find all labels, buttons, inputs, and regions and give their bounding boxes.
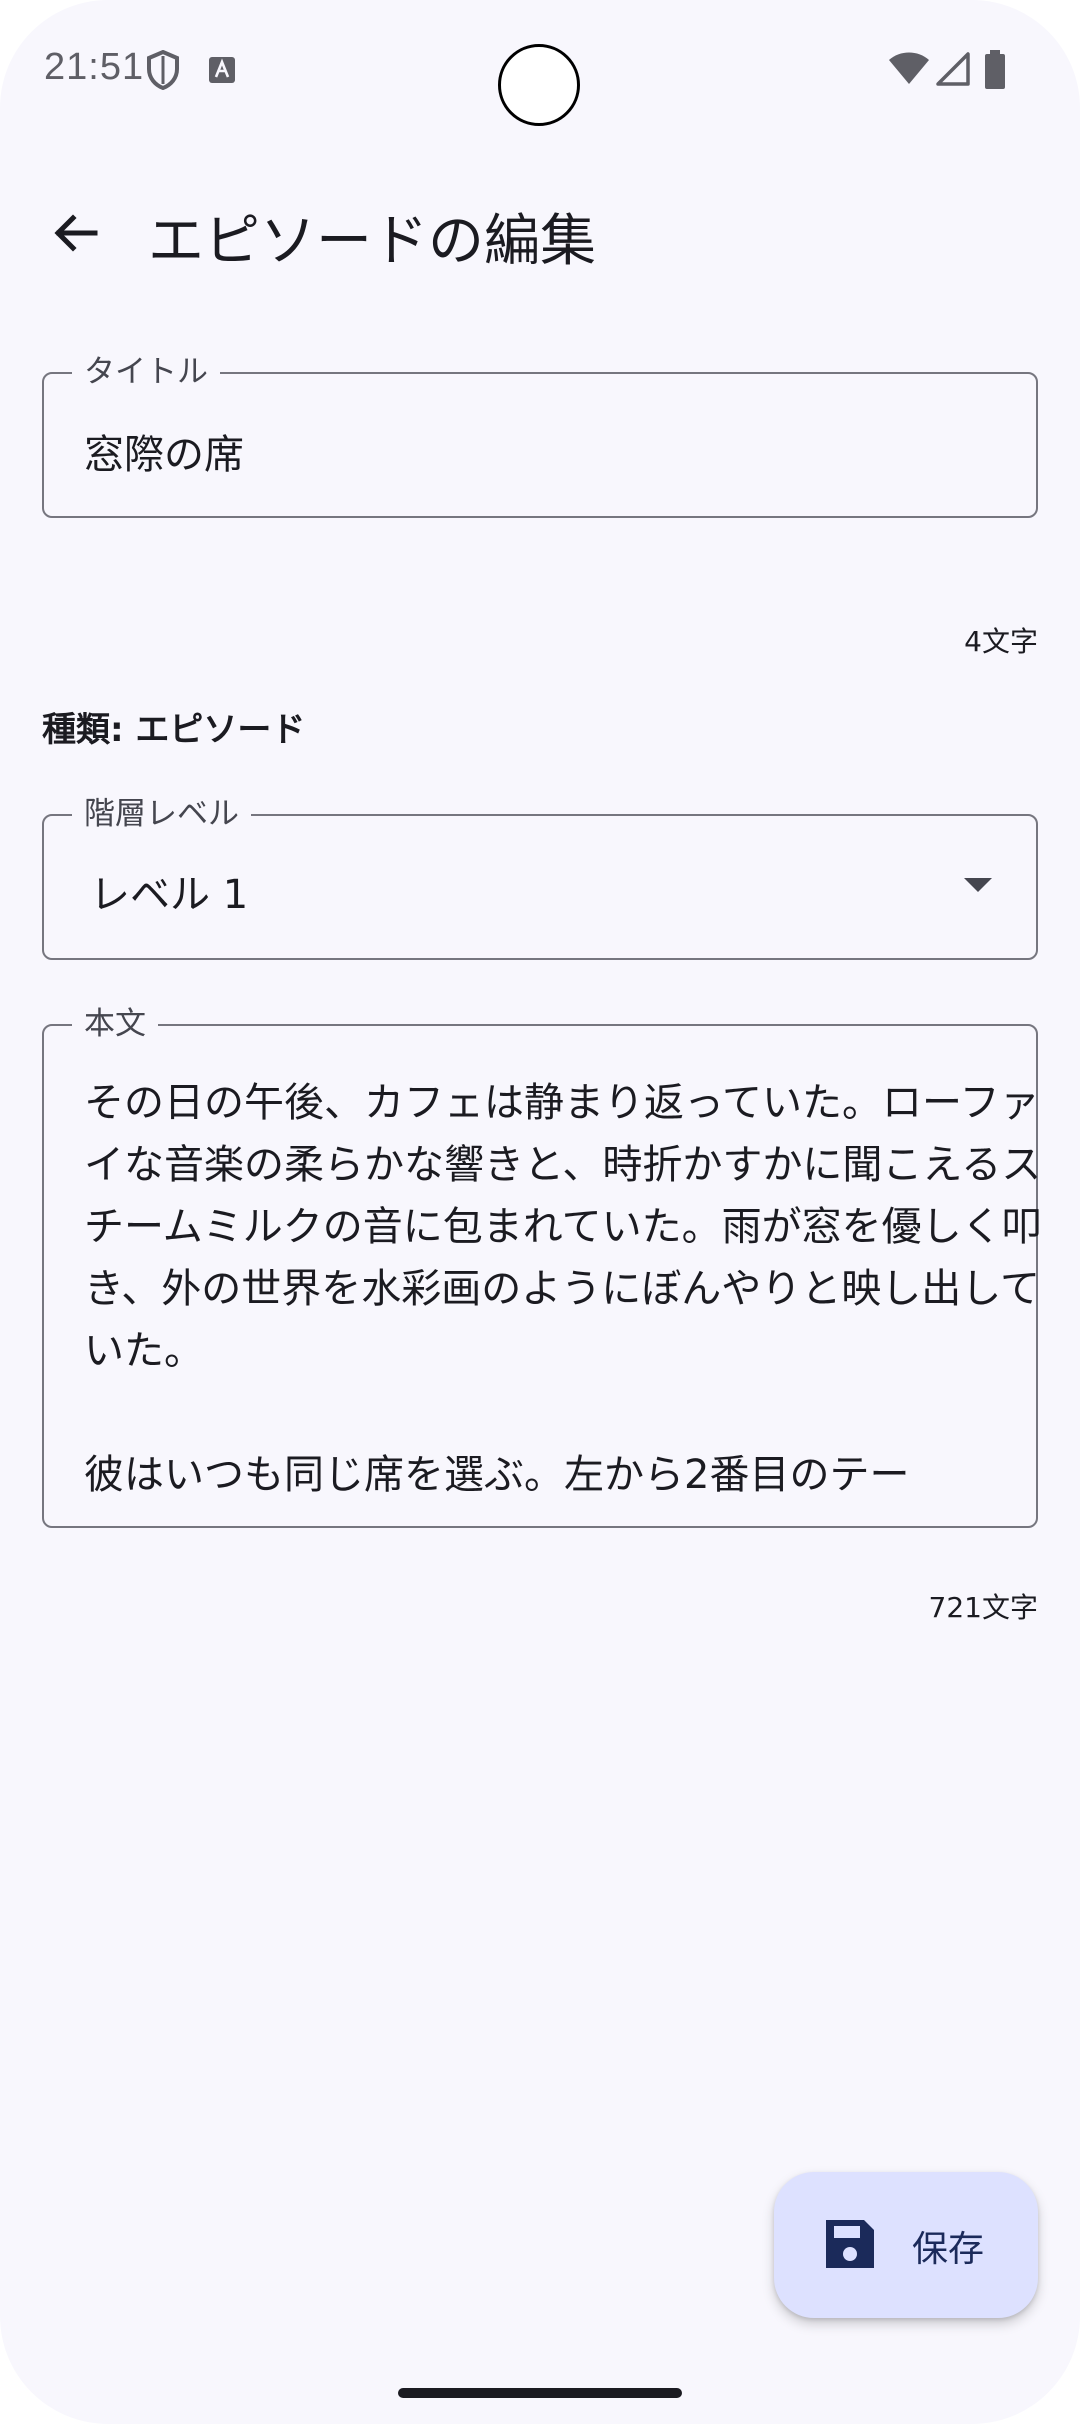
status-time: 21:51	[44, 46, 145, 88]
signal-icon	[934, 52, 970, 90]
arrow-back-icon	[54, 214, 98, 252]
body-char-counter: 721文字	[928, 1591, 1038, 1624]
title-field[interactable]: タイトル 窓際の席	[42, 352, 1038, 518]
body-text-content: その日の午後、カフェは静まり返っていた。ローファイな音楽の柔らかな響きと、時折か…	[84, 1080, 1042, 1498]
screen: 21:51 エピソードの編集 タイトル 窓際の席 4文字 種類: エピソード 階…	[0, 0, 1080, 2424]
title-field-label: タイトル	[72, 352, 220, 392]
status-bar: 21:51	[0, 0, 1080, 140]
camera-cutout	[498, 44, 580, 126]
save-button-label: 保存	[912, 2229, 985, 2270]
title-char-counter: 4文字	[964, 625, 1038, 658]
wifi-icon	[888, 50, 930, 90]
body-field-label: 本文	[72, 1004, 158, 1044]
kind-label: 種類: エピソード	[42, 710, 306, 750]
battery-icon	[984, 50, 1006, 94]
keyboard-a-icon	[208, 56, 236, 88]
save-icon	[826, 2220, 874, 2268]
shield-icon	[146, 49, 180, 94]
body-textarea[interactable]: その日の午後、カフェは静まり返っていた。ローファイな音楽の柔らかな響きと、時折か…	[84, 1072, 1044, 1508]
back-button[interactable]	[30, 188, 120, 278]
save-button[interactable]: 保存	[774, 2172, 1038, 2318]
home-indicator[interactable]	[398, 2388, 682, 2398]
top-app-bar: エピソードの編集	[0, 170, 1080, 290]
page-title: エピソードの編集	[148, 209, 596, 274]
level-field-label: 階層レベル	[72, 794, 251, 834]
level-selected-value: レベル 1	[90, 872, 249, 918]
title-input[interactable]: 窓際の席	[84, 422, 244, 480]
level-dropdown[interactable]: 階層レベル レベル 1	[42, 794, 1038, 960]
dropdown-arrow-icon	[964, 878, 992, 892]
body-field[interactable]: 本文 その日の午後、カフェは静まり返っていた。ローファイな音楽の柔らかな響きと、…	[42, 1004, 1042, 1528]
